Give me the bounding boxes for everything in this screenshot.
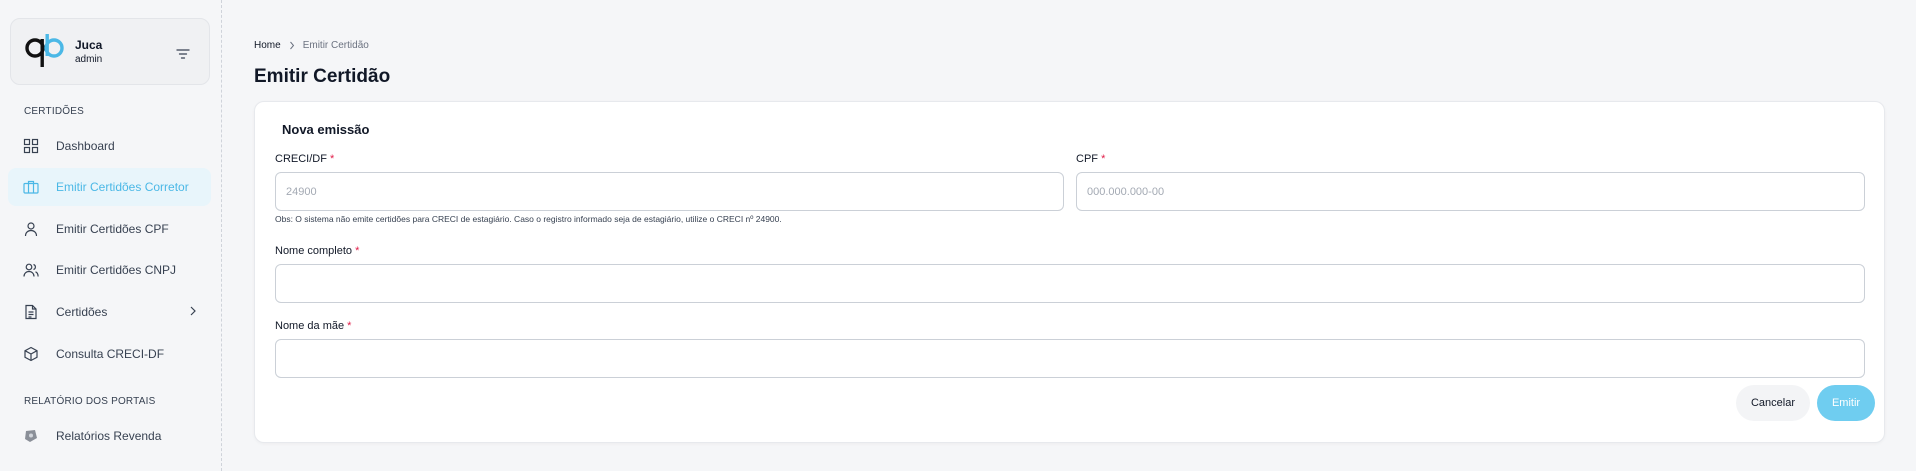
breadcrumb-home[interactable]: Home — [254, 40, 281, 51]
cancel-button[interactable]: Cancelar — [1736, 385, 1810, 421]
user-icon — [23, 221, 39, 237]
breadcrumb-current: Emitir Certidão — [302, 40, 369, 51]
user-card: Juca admin — [10, 18, 210, 85]
main-content: Home Emitir Certidão Emitir Certidão Nov… — [222, 0, 1916, 471]
briefcase-icon — [23, 179, 39, 195]
chevron-right-icon — [289, 41, 294, 50]
sidebar: Juca admin CERTIDÕES Dashboard Emitir Ce… — [0, 0, 222, 471]
breadcrumb: Home Emitir Certidão — [254, 40, 369, 51]
qb-logo-icon — [25, 34, 64, 67]
sidebar-item-consulta-creci[interactable]: Consulta CRECI-DF — [8, 335, 211, 373]
creci-label-text: CRECI/DF — [275, 153, 327, 165]
portal-logo-icon — [23, 428, 39, 444]
users-icon — [23, 262, 39, 278]
sidebar-item-emitir-cnpj[interactable]: Emitir Certidões CNPJ — [8, 251, 211, 289]
sidebar-item-label: Emitir Certidões CNPJ — [56, 263, 177, 277]
cube-icon — [23, 346, 39, 362]
nome-label-text: Nome completo — [275, 245, 353, 257]
sidebar-item-relatorios-revenda[interactable]: Relatórios Revenda — [8, 417, 211, 455]
nome-completo-input[interactable] — [275, 264, 1865, 303]
sidebar-item-label: Relatórios Revenda — [56, 429, 162, 443]
form-card: Nova emissão CRECI/DF * CPF * Obs: O sis… — [254, 101, 1885, 443]
required-mark: * — [1101, 153, 1106, 165]
required-mark: * — [347, 320, 352, 332]
nome-mae-input[interactable] — [275, 339, 1865, 378]
creci-note: Obs: O sistema não emite certidões para … — [275, 214, 782, 224]
document-icon — [23, 304, 39, 320]
sidebar-item-certidoes[interactable]: Certidões — [8, 293, 211, 331]
sidebar-item-label: Consulta CRECI-DF — [56, 347, 165, 361]
emit-button[interactable]: Emitir — [1817, 385, 1875, 421]
section-label-relatorio: RELATÓRIO DOS PORTAIS — [24, 396, 156, 407]
sidebar-item-emitir-corretor[interactable]: Emitir Certidões Corretor — [8, 168, 211, 206]
required-mark: * — [355, 245, 360, 257]
cpf-label-text: CPF — [1076, 153, 1098, 165]
filter-icon[interactable] — [171, 43, 195, 65]
sidebar-item-label: Emitir Certidões CPF — [56, 222, 169, 236]
sidebar-item-emitir-cpf[interactable]: Emitir Certidões CPF — [8, 210, 211, 248]
sidebar-item-label: Dashboard — [56, 139, 115, 153]
required-mark: * — [330, 153, 335, 165]
sidebar-item-label: Certidões — [56, 305, 108, 319]
section-label-certidoes: CERTIDÕES — [24, 106, 84, 117]
grid-icon — [23, 138, 39, 154]
sidebar-item-label: Emitir Certidões Corretor — [56, 180, 189, 194]
cpf-input[interactable] — [1076, 172, 1865, 211]
user-role: admin — [75, 54, 103, 65]
cpf-label: CPF * — [1076, 153, 1105, 165]
page-title: Emitir Certidão — [254, 66, 391, 87]
mae-label-text: Nome da mãe — [275, 320, 345, 332]
sidebar-item-dashboard[interactable]: Dashboard — [8, 127, 211, 165]
creci-label: CRECI/DF * — [275, 153, 334, 165]
chevron-right-icon — [190, 306, 196, 316]
user-name: Juca — [75, 38, 103, 52]
form-title: Nova emissão — [282, 122, 370, 137]
nome-mae-label: Nome da mãe * — [275, 320, 351, 332]
nome-completo-label: Nome completo * — [275, 245, 359, 257]
creci-input[interactable] — [275, 172, 1064, 211]
